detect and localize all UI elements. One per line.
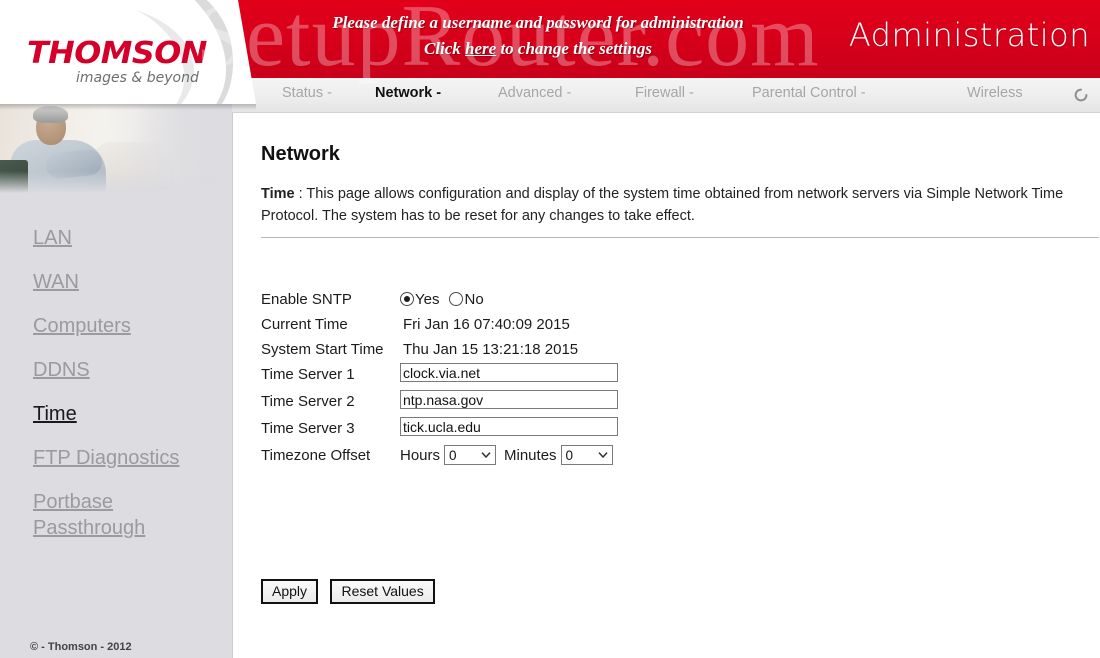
main-navigation-bar: Status - Network - Advanced - Firewall -… bbox=[232, 78, 1100, 113]
hours-label: Hours bbox=[400, 447, 441, 464]
page-section-title: Administration bbox=[848, 16, 1090, 54]
minutes-select[interactable]: 0 bbox=[560, 445, 613, 465]
nav-item-parental-control[interactable]: Parental Control - bbox=[752, 85, 866, 101]
admin-warning-line2: Click here to change the settings bbox=[258, 36, 818, 62]
sidebar-hero-photo bbox=[0, 104, 232, 193]
system-start-time-label: System Start Time bbox=[261, 341, 384, 358]
sidebar-item-wan[interactable]: WAN bbox=[0, 260, 232, 304]
admin-warning-line1: Please define a username and password fo… bbox=[332, 13, 744, 32]
nav-item-firewall[interactable]: Firewall - bbox=[635, 85, 694, 101]
timezone-offset-label: Timezone Offset bbox=[261, 447, 371, 464]
page-description-body: This page allows configuration and displ… bbox=[261, 186, 1064, 224]
chevron-down-icon bbox=[597, 452, 608, 459]
time-server-3-input[interactable] bbox=[400, 417, 618, 436]
page-description: Time : This page allows configuration an… bbox=[261, 183, 1071, 227]
admin-warning-message: Please define a username and password fo… bbox=[258, 10, 818, 62]
minutes-select-value: 0 bbox=[565, 448, 574, 463]
nav-item-wireless[interactable]: Wireless bbox=[967, 85, 1023, 101]
sidebar: LAN WAN Computers DDNS Time FTP Diagnost… bbox=[0, 104, 233, 658]
radio-yes-label[interactable]: Yes bbox=[415, 291, 439, 308]
page-description-separator: : bbox=[294, 186, 307, 202]
click-text: Click bbox=[423, 39, 466, 58]
radio-no-label[interactable]: No bbox=[464, 291, 483, 308]
thomson-tagline: images & beyond bbox=[76, 70, 199, 86]
timezone-offset-controls: Hours 0 Minutes 0 bbox=[400, 444, 621, 468]
page-title: Network bbox=[261, 143, 340, 165]
time-server-3-label: Time Server 3 bbox=[261, 420, 355, 437]
time-server-1-input[interactable] bbox=[400, 363, 618, 382]
current-time-value: Fri Jan 16 07:40:09 2015 bbox=[403, 316, 570, 333]
time-server-2-input[interactable] bbox=[400, 390, 618, 409]
page-description-label: Time bbox=[261, 186, 295, 202]
change-settings-link[interactable]: here bbox=[465, 39, 496, 58]
enable-sntp-radio-group: Yes No bbox=[400, 288, 494, 312]
refresh-icon[interactable] bbox=[1072, 86, 1090, 104]
nav-item-advanced[interactable]: Advanced - bbox=[498, 85, 571, 101]
reset-values-button[interactable]: Reset Values bbox=[330, 579, 435, 604]
minutes-label: Minutes bbox=[504, 447, 557, 464]
sidebar-item-time[interactable]: Time bbox=[0, 392, 232, 436]
sidebar-item-portbase-passthrough[interactable]: Portbase Passthrough bbox=[0, 480, 232, 550]
sidebar-menu: LAN WAN Computers DDNS Time FTP Diagnost… bbox=[0, 216, 232, 550]
apply-button[interactable]: Apply bbox=[261, 579, 319, 604]
radio-no[interactable] bbox=[449, 292, 464, 306]
brand-logo-panel: THOMSON images & beyond bbox=[0, 0, 256, 104]
nav-item-network[interactable]: Network - bbox=[375, 85, 441, 101]
form-button-row: Apply Reset Values bbox=[261, 579, 443, 604]
content-divider bbox=[261, 237, 1099, 238]
nav-item-status[interactable]: Status - bbox=[282, 85, 332, 101]
time-server-2-label: Time Server 2 bbox=[261, 393, 355, 410]
settings-text: to change the settings bbox=[496, 39, 653, 58]
enable-sntp-label: Enable SNTP bbox=[261, 291, 352, 308]
main-content: Network Time : This page allows configur… bbox=[233, 113, 1100, 658]
thomson-wordmark: THOMSON bbox=[27, 36, 207, 71]
system-start-time-value: Thu Jan 15 13:21:18 2015 bbox=[403, 341, 579, 358]
sidebar-item-ddns[interactable]: DDNS bbox=[0, 348, 232, 392]
sidebar-item-ftp-diagnostics[interactable]: FTP Diagnostics bbox=[0, 436, 232, 480]
hours-select-value: 0 bbox=[449, 448, 457, 463]
current-time-label: Current Time bbox=[261, 316, 348, 333]
copyright-text: © - Thomson - 2012 bbox=[30, 641, 132, 653]
radio-yes[interactable] bbox=[400, 292, 414, 306]
sidebar-item-computers[interactable]: Computers bbox=[0, 304, 232, 348]
time-server-1-label: Time Server 1 bbox=[261, 366, 355, 383]
sidebar-item-lan[interactable]: LAN bbox=[0, 216, 232, 260]
logo-panel-shadow bbox=[0, 104, 256, 110]
hours-select[interactable]: 0 bbox=[444, 445, 497, 465]
chevron-down-icon bbox=[481, 452, 491, 459]
